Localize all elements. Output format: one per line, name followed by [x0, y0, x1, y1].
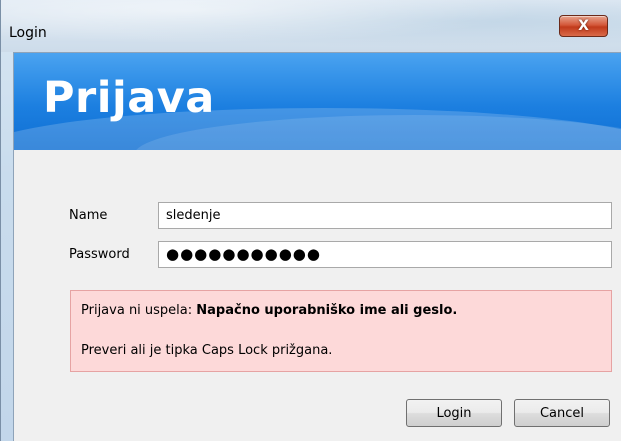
close-button[interactable]: X [559, 15, 608, 37]
title-bar[interactable]: Login X [1, 0, 621, 52]
error-prefix: Prijava ni uspela: [81, 303, 197, 318]
login-window: Login X Prijava Name Password ●●●●●●●●●●… [0, 0, 621, 441]
error-message: Napačno uporabniško ime ali geslo. [196, 303, 458, 318]
name-label: Name [69, 208, 108, 223]
dialog-content: Prijava Name Password ●●●●●●●●●●● Prijav… [13, 52, 621, 441]
close-icon: X [578, 18, 589, 34]
password-label: Password [69, 247, 130, 262]
header-banner: Prijava [14, 53, 621, 150]
cancel-button[interactable]: Cancel [514, 399, 610, 427]
banner-heading: Prijava [43, 73, 215, 123]
error-message-box: Prijava ni uspela: Napačno uporabniško i… [70, 290, 612, 372]
login-button[interactable]: Login [406, 399, 502, 427]
caps-lock-hint: Preveri ali je tipka Caps Lock prižgana. [81, 343, 333, 358]
error-line: Prijava ni uspela: Napačno uporabniško i… [81, 303, 457, 318]
password-input[interactable]: ●●●●●●●●●●● [158, 241, 612, 268]
name-input[interactable] [158, 202, 612, 229]
window-title: Login [9, 25, 47, 41]
